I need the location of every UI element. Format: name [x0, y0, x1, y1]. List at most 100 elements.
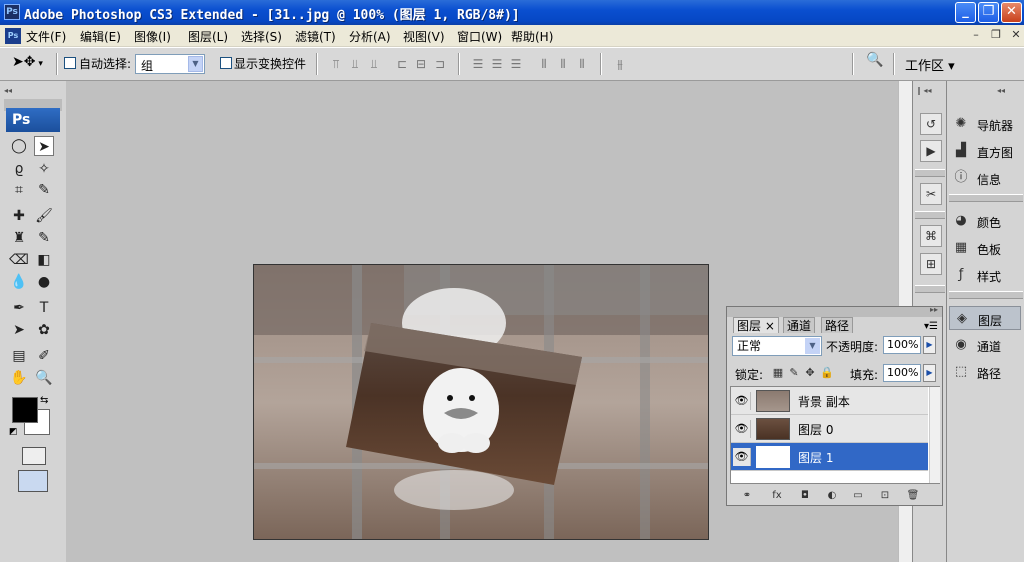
swap-colors-icon[interactable]: ⇆	[40, 395, 48, 406]
distribute-top-icon[interactable]: ☰	[470, 56, 486, 72]
doc-close-icon[interactable]: ✕	[1008, 28, 1024, 42]
path-selection-tool-icon[interactable]: ➤	[9, 320, 29, 340]
lock-all-icon[interactable]: 🔒	[820, 366, 834, 380]
gradient-tool-icon[interactable]: ◧	[34, 250, 54, 270]
quick-mask-button[interactable]	[22, 447, 46, 465]
zoom-tool-icon[interactable]: 🔍	[34, 368, 54, 388]
marquee-tool-icon[interactable]: ◯	[9, 136, 29, 156]
adjustment-layer-icon[interactable]: ◐	[824, 489, 840, 503]
lock-image-icon[interactable]: ✎	[788, 366, 800, 380]
notes-tool-icon[interactable]: ▤	[9, 346, 29, 366]
opacity-field[interactable]: 100%	[883, 336, 921, 354]
eraser-tool-icon[interactable]: ⌫	[9, 250, 29, 270]
actions-icon[interactable]: ▶	[920, 140, 942, 162]
distribute-vcenter-icon[interactable]: ☰	[489, 56, 505, 72]
clone-stamp-tool-icon[interactable]: ♜	[9, 228, 29, 248]
menu-window[interactable]: 窗口(W)	[457, 28, 502, 45]
healing-brush-tool-icon[interactable]: ✚	[9, 206, 29, 226]
dock-item-swatches[interactable]: ▦ 色板	[949, 236, 1021, 260]
layers-panel-header[interactable]: ▸▸	[727, 305, 942, 317]
dock-item-paths[interactable]: ⬚ 路径	[949, 360, 1021, 384]
photoshop-app-icon[interactable]: Ps	[4, 4, 20, 20]
tab-channels[interactable]: 通道	[783, 317, 816, 333]
fill-field[interactable]: 100%	[883, 364, 921, 382]
fill-slider-button[interactable]: ▶	[923, 364, 936, 382]
panel-menu-icon[interactable]: ▾☰	[924, 321, 938, 332]
dock-item-histogram[interactable]: ▟ 直方图	[949, 139, 1021, 163]
menu-image[interactable]: 图像(I)	[134, 28, 171, 45]
eye-icon[interactable]: 👁	[733, 448, 751, 466]
layer-mask-icon[interactable]: ◘	[797, 489, 813, 503]
collapse-panel-icon[interactable]: ▸▸	[930, 305, 938, 314]
tool-preset-picker[interactable]: ➤✥ ▾	[12, 54, 48, 74]
menu-file[interactable]: 文件(F)	[26, 28, 66, 45]
history-brush-tool-icon[interactable]: ✎	[34, 228, 54, 248]
blend-mode-dropdown[interactable]: 正常 ▼	[732, 336, 822, 356]
workspace-menu[interactable]: 工作区 ▾	[905, 55, 955, 74]
layer-row[interactable]: 👁 图层 0	[731, 415, 928, 443]
minimize-button[interactable]: _	[955, 2, 976, 23]
layer-style-icon[interactable]: fx	[769, 489, 785, 503]
lock-transparency-icon[interactable]: ▦	[772, 366, 784, 380]
layer-row[interactable]: 👁 背景 副本	[731, 387, 928, 415]
align-top-icon[interactable]: ⫪	[328, 56, 344, 72]
dock-item-info[interactable]: ⓘ 信息	[949, 166, 1021, 190]
dodge-tool-icon[interactable]: ●	[34, 272, 54, 292]
distribute-bottom-icon[interactable]: ☰	[508, 56, 524, 72]
document-canvas[interactable]	[253, 264, 709, 540]
menu-edit[interactable]: 编辑(E)	[80, 28, 121, 45]
doc-minimize-icon[interactable]: –	[968, 28, 984, 42]
distribute-left-icon[interactable]: ⫴	[536, 56, 552, 72]
new-layer-icon[interactable]: ⊡	[877, 489, 893, 503]
menu-view[interactable]: 视图(V)	[403, 28, 445, 45]
history-icon[interactable]: ↺	[920, 113, 942, 135]
brush-tool-icon[interactable]: 🖌	[34, 206, 54, 226]
menu-layer[interactable]: 图层(L)	[188, 28, 228, 45]
bridge-icon[interactable]: 🔍	[862, 52, 888, 76]
document-icon[interactable]: Ps	[5, 28, 21, 44]
align-left-icon[interactable]: ⊏	[394, 56, 410, 72]
eyedropper-tool-icon[interactable]: ✐	[34, 346, 54, 366]
dock-item-layers[interactable]: ◈ 图层	[949, 306, 1021, 330]
menu-select[interactable]: 选择(S)	[241, 28, 282, 45]
collapse-dock-icon[interactable]: ‖ ◂◂	[917, 86, 932, 95]
blur-tool-icon[interactable]: 💧	[9, 272, 29, 292]
align-hcenter-icon[interactable]: ⊟	[413, 56, 429, 72]
align-right-icon[interactable]: ⊐	[432, 56, 448, 72]
brushes-icon[interactable]: ⌘	[920, 225, 942, 247]
lasso-tool-icon[interactable]: ϱ	[9, 159, 29, 179]
auto-align-layers-icon[interactable]: ⫵	[612, 56, 628, 72]
opacity-slider-button[interactable]: ▶	[923, 336, 936, 354]
pen-tool-icon[interactable]: ✒	[9, 298, 29, 318]
menu-filter[interactable]: 滤镜(T)	[295, 28, 336, 45]
menu-help[interactable]: 帮助(H)	[511, 28, 553, 45]
delete-layer-icon[interactable]: 🗑	[905, 489, 921, 503]
collapse-dock-icon[interactable]: ◂◂	[997, 86, 1005, 95]
tab-layers[interactable]: 图层 ×	[733, 317, 779, 333]
slice-tool-icon[interactable]: ✎	[34, 180, 54, 200]
distribute-right-icon[interactable]: ⫴	[574, 56, 590, 72]
link-layers-icon[interactable]: ⚭	[739, 489, 755, 503]
move-tool-icon[interactable]: ➤	[34, 136, 54, 156]
layer-list-scrollbar[interactable]	[929, 387, 940, 483]
new-group-icon[interactable]: ▭	[850, 489, 866, 503]
show-transform-checkbox[interactable]	[220, 57, 232, 69]
type-tool-icon[interactable]: T	[34, 298, 54, 318]
layer-row-selected[interactable]: 👁 图层 1	[731, 443, 928, 471]
menu-analysis[interactable]: 分析(A)	[349, 28, 391, 45]
magic-wand-tool-icon[interactable]: ✧	[34, 159, 54, 179]
tool-presets-icon[interactable]: ✂	[920, 183, 942, 205]
restore-button[interactable]: ❐	[978, 2, 999, 23]
dock-item-styles[interactable]: ƒ 样式	[949, 263, 1021, 287]
close-button[interactable]: ✕	[1001, 2, 1022, 23]
lock-position-icon[interactable]: ✥	[804, 366, 816, 380]
align-vcenter-icon[interactable]: ⫫	[347, 56, 363, 72]
collapse-tools-icon[interactable]: ◂◂	[4, 86, 12, 95]
auto-select-checkbox[interactable]	[64, 57, 76, 69]
distribute-hcenter-icon[interactable]: ⫴	[555, 56, 571, 72]
tab-paths[interactable]: 路径	[821, 317, 854, 333]
screen-mode-button[interactable]	[18, 470, 48, 492]
hand-tool-icon[interactable]: ✋	[9, 368, 29, 388]
eye-icon[interactable]: 👁	[733, 392, 751, 410]
dock-item-channels[interactable]: ◉ 通道	[949, 333, 1021, 357]
